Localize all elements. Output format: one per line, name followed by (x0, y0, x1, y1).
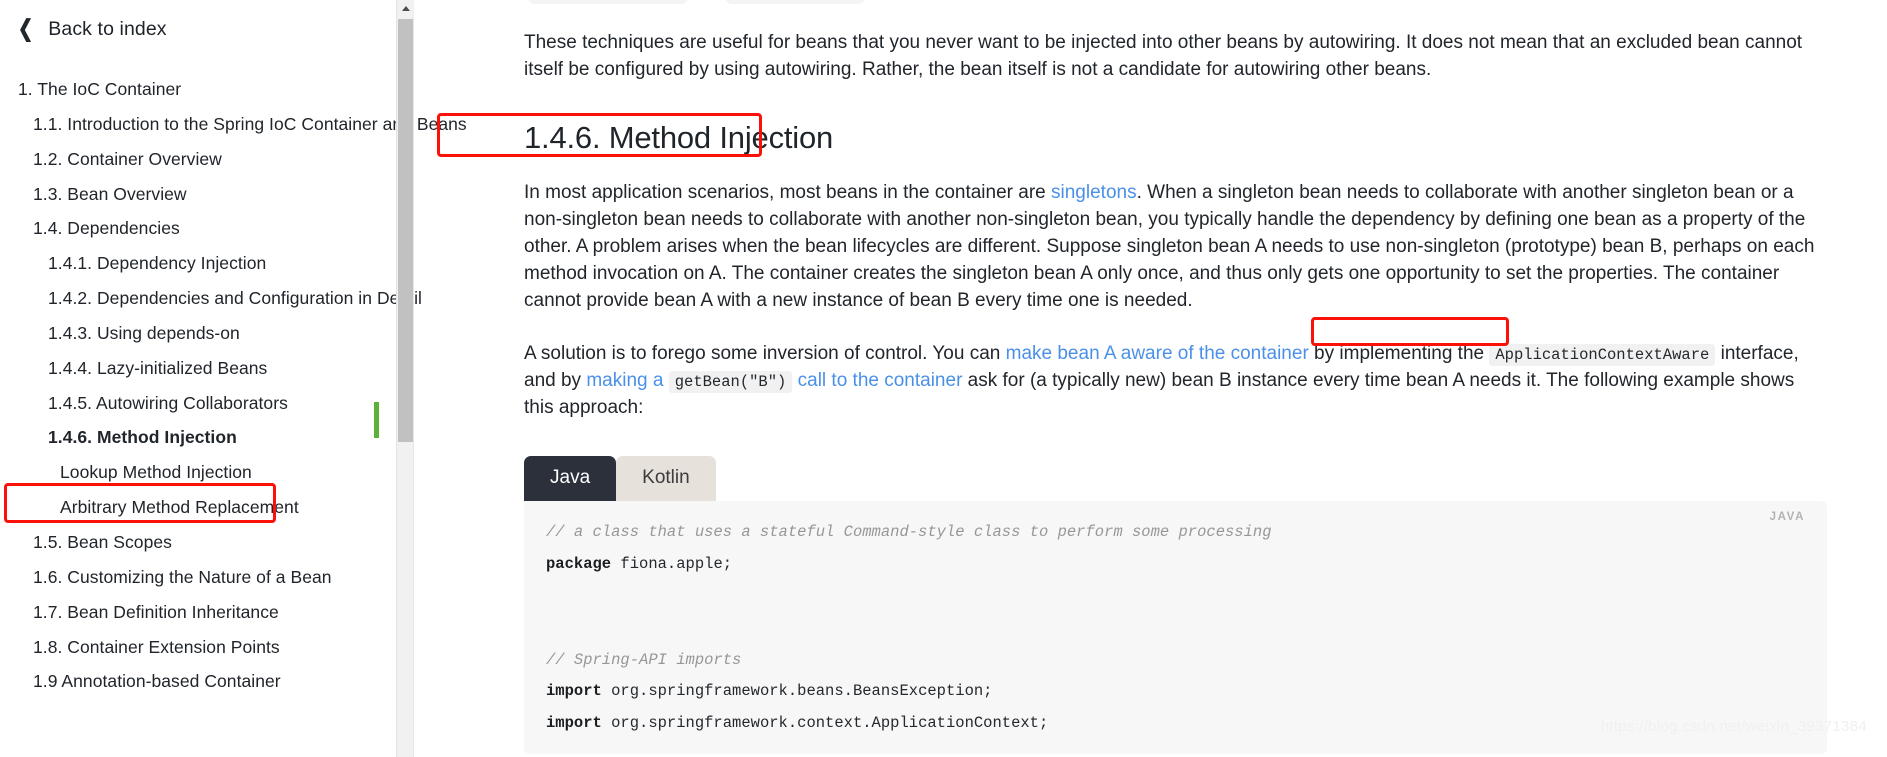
table-of-contents: 1. The IoC Container 1.1. Introduction to… (0, 46, 492, 699)
sidebar-item-17[interactable]: 1.8. Container Extension Points (33, 630, 492, 665)
sidebar-item-14[interactable]: 1.5. Bean Scopes (33, 525, 492, 560)
paragraph-text-part: by implementing the (1308, 342, 1490, 364)
sidebar-item-13[interactable]: Arbitrary Method Replacement (60, 490, 492, 525)
paragraph-text-part: A solution is to forego some inversion o… (524, 342, 1006, 364)
sidebar-scrollbar[interactable] (396, 0, 414, 757)
code-keyword: package (546, 555, 612, 574)
sidebar-toc: ❮ Back to index 1. The IoC Container 1.1.… (0, 0, 492, 757)
code-comment: // a class that uses a stateful Command-… (546, 523, 1272, 542)
watermark: https://blog.csdn.net/weixin_39371384 (1600, 718, 1867, 735)
inline-code-application-context-aware: ApplicationContextAware (1489, 343, 1716, 366)
clipped-element-top-mid (725, 0, 865, 4)
paragraph-solution: A solution is to forego some inversion o… (524, 341, 1827, 422)
sidebar-item-12[interactable]: Lookup Method Injection (60, 455, 492, 490)
sidebar-item-10[interactable]: 1.4.5. Autowiring Collaborators (48, 386, 492, 421)
code-text: org.springframework.beans.BeansException… (601, 682, 993, 701)
intro-paragraph: These techniques are useful for beans th… (524, 32, 1803, 80)
reading-position-marker (374, 402, 379, 438)
sidebar-item-5[interactable]: 1.4. Dependencies (33, 211, 492, 246)
scrollbar-thumb[interactable] (398, 19, 413, 442)
sidebar-item-1[interactable]: 1. The IoC Container (18, 72, 492, 107)
back-to-index-link[interactable]: ❮ Back to index (0, 0, 492, 46)
scroll-up-arrow-icon[interactable] (397, 0, 414, 17)
code-text: org.springframework.context.ApplicationC… (601, 714, 1049, 733)
link-make-bean-aware[interactable]: make bean A aware of the container (1006, 343, 1309, 364)
link-singletons[interactable]: singletons (1051, 182, 1137, 203)
code-line: package fiona.apple; (546, 555, 732, 573)
sidebar-item-18[interactable]: 1.9 Annotation-based Container (33, 664, 492, 699)
sidebar-item-11[interactable]: 1.4.6. Method Injection (48, 420, 251, 455)
paragraph-text-part: In most application scenarios, most bean… (524, 181, 1052, 203)
documentation-page: ❮ Back to index 1. The IoC Container 1.1.… (0, 0, 1887, 757)
paragraph-singletons: In most application scenarios, most bean… (524, 180, 1827, 315)
tab-kotlin[interactable]: Kotlin (616, 455, 716, 502)
code-language-tabs: Java Kotlin (524, 455, 1827, 502)
code-keyword: import (546, 714, 602, 733)
code-line: import org.springframework.context.Appli… (546, 714, 1048, 732)
code-text: fiona.apple; (611, 555, 733, 574)
code-line: import org.springframework.beans.BeansEx… (546, 682, 992, 700)
chevron-left-icon: ❮ (17, 15, 34, 41)
code-language-badge: JAVA (1769, 511, 1805, 524)
pane-divider (413, 0, 414, 757)
sidebar-item-2[interactable]: 1.1. Introduction to the Spring IoC Cont… (33, 107, 492, 142)
sidebar-item-3[interactable]: 1.2. Container Overview (33, 142, 492, 177)
clipped-element-top-left (528, 0, 688, 4)
tab-java[interactable]: Java (524, 455, 617, 502)
code-line: // a class that uses a stateful Command-… (546, 523, 1272, 541)
link-call-to-container[interactable]: call to the container (798, 370, 963, 391)
sidebar-item-8[interactable]: 1.4.3. Using depends-on (48, 316, 492, 351)
sidebar-item-16[interactable]: 1.7. Bean Definition Inheritance (33, 595, 492, 630)
sidebar-item-7[interactable]: 1.4.2. Dependencies and Configuration in… (48, 281, 492, 316)
back-to-index-label: Back to index (48, 18, 167, 40)
sidebar-item-9[interactable]: 1.4.4. Lazy-initialized Beans (48, 351, 492, 386)
main-content: These techniques are useful for beans th… (492, 0, 1887, 757)
code-keyword: import (546, 682, 602, 701)
code-source: // a class that uses a stateful Command-… (546, 517, 1805, 739)
code-line: // Spring-API imports (546, 651, 741, 669)
inline-code-getbean: getBean("B") (668, 370, 793, 393)
code-comment: // Spring-API imports (546, 650, 742, 669)
sidebar-item-4[interactable]: 1.3. Bean Overview (33, 177, 492, 212)
link-making-a[interactable]: making a (586, 370, 663, 391)
sidebar-item-6[interactable]: 1.4.1. Dependency Injection (48, 246, 492, 281)
page-title: 1.4.6. Method Injection (524, 119, 834, 155)
sidebar-item-15[interactable]: 1.6. Customizing the Nature of a Bean (33, 560, 492, 595)
code-block: JAVA // a class that uses a stateful Com… (524, 501, 1827, 754)
